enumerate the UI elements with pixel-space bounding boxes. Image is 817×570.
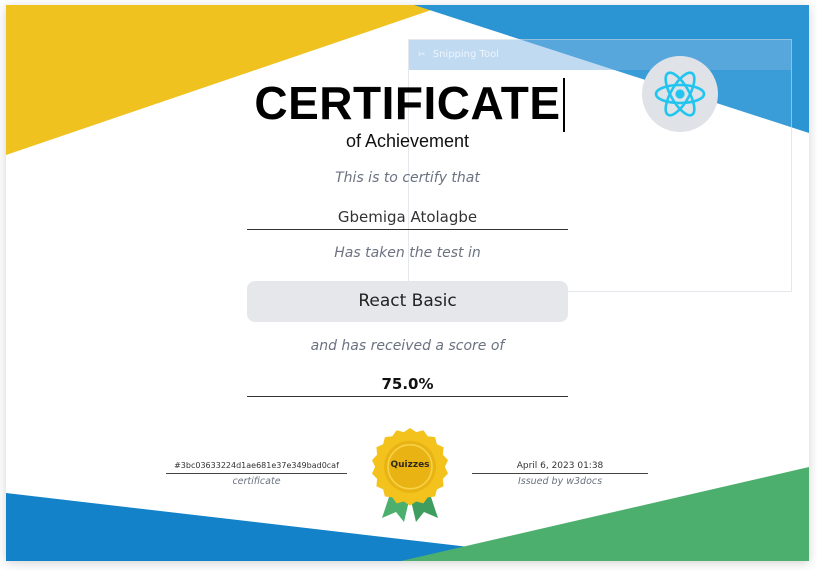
- text-cursor: [563, 78, 565, 132]
- certificate-title: CERTIFICATE: [254, 77, 561, 129]
- medal-badge-icon: [372, 428, 448, 522]
- certificate-id-label: certificate: [232, 476, 281, 487]
- issued-by-label: Issued by w3docs: [517, 476, 603, 487]
- certificate-id-block: #3bc03633224d1ae681e37e349bad0caf certif…: [166, 460, 347, 488]
- medal-label: Quizzes: [390, 460, 430, 470]
- snipping-tool-title: Snipping Tool: [432, 49, 499, 60]
- taken-text: Has taken the test in: [334, 245, 481, 261]
- certify-text: This is to certify that: [335, 170, 480, 186]
- score-value: 75.0%: [247, 372, 568, 397]
- received-text: and has received a score of: [310, 338, 505, 354]
- certificate-subtitle: of Achievement: [345, 131, 470, 151]
- course-name-box: React Basic: [247, 281, 568, 322]
- scissors-icon: ✂: [418, 50, 426, 60]
- certificate-card: ✂ Snipping Tool CERTIFICATE of Achieveme…: [6, 5, 809, 561]
- recipient-name: Gbemiga Atolagbe: [247, 205, 568, 230]
- issued-date: April 6, 2023 01:38: [472, 460, 648, 474]
- certificate-id: #3bc03633224d1ae681e37e349bad0caf: [166, 460, 347, 474]
- snipping-tool-titlebar[interactable]: ✂ Snipping Tool: [409, 40, 791, 70]
- issued-block: April 6, 2023 01:38 Issued by w3docs: [472, 460, 648, 488]
